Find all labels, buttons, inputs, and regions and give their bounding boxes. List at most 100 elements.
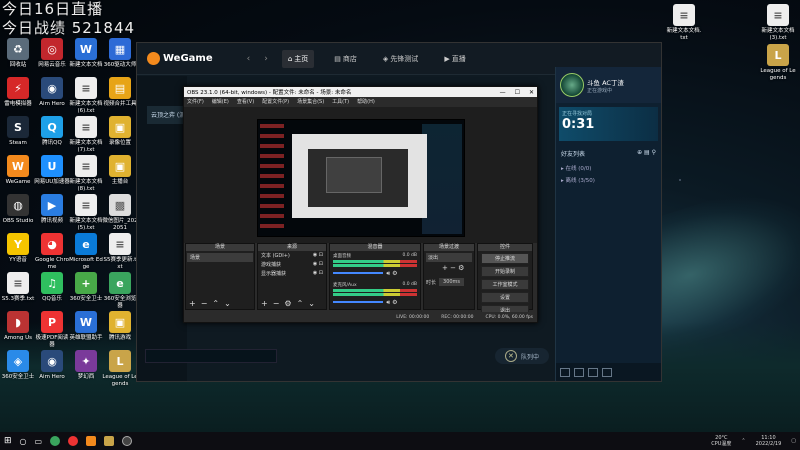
chat-icon[interactable]: [560, 367, 570, 377]
notification-icon[interactable]: ▢: [791, 438, 796, 444]
desktop-icon[interactable]: W 英雄联盟助手: [68, 311, 104, 342]
up-icon[interactable]: ⌃: [297, 299, 304, 308]
forward-arrow-icon[interactable]: ›: [264, 54, 268, 64]
minimize-icon[interactable]: —: [500, 89, 506, 96]
gear-icon[interactable]: ⚙: [284, 299, 291, 308]
desktop-icon[interactable]: ◗ Among Us: [0, 311, 36, 342]
obs-menu-item[interactable]: 帮助(H): [357, 98, 375, 105]
desktop-icon[interactable]: ≡ 新建文本文档(8).txt: [68, 155, 104, 192]
obs-menu-item[interactable]: 场景集合(S): [297, 98, 324, 105]
add-icon[interactable]: +: [189, 299, 196, 308]
obs-menu-item[interactable]: 编辑(E): [212, 98, 229, 105]
maximize-icon[interactable]: ☐: [515, 89, 520, 96]
mic-icon[interactable]: [588, 367, 598, 377]
desktop-icon[interactable]: ◈ 360安全卫士: [0, 350, 36, 381]
transition-select[interactable]: 淡出: [426, 253, 472, 262]
speaker-icon[interactable]: 🔊︎: [386, 299, 390, 306]
obs-menu-item[interactable]: 文件(F): [187, 98, 204, 105]
close-icon[interactable]: ✕: [529, 89, 534, 96]
desktop-icon[interactable]: ▣ 录像位置: [102, 116, 138, 147]
desktop-icon[interactable]: ▶ 腾讯视频: [34, 194, 70, 225]
taskbar-app-lol-icon[interactable]: [104, 436, 115, 446]
obs-window[interactable]: OBS 23.1.0 (64-bit, windows) - 配置文件: 未命名…: [183, 86, 538, 323]
desktop-icon[interactable]: ≡ S5.3赛季.txt: [0, 272, 36, 303]
obs-menu-item[interactable]: 查看(V): [237, 98, 254, 105]
desktop-icon[interactable]: W 新建文本文档: [68, 38, 104, 69]
desktop-icon[interactable]: L League of Legends: [760, 44, 796, 81]
desktop-icon[interactable]: ≡ 新建文本文档(6).txt: [68, 77, 104, 114]
taskbar-app-obs-icon[interactable]: [122, 436, 133, 446]
friend-list-tools-icon[interactable]: ⊕ ▤ ⚲: [637, 149, 656, 158]
up-icon[interactable]: ⌃: [212, 299, 219, 308]
nav-home[interactable]: ⌂ 主页: [281, 49, 315, 68]
down-icon[interactable]: ⌄: [308, 299, 315, 308]
control-button[interactable]: 停止推流: [481, 253, 529, 264]
chevron-up-icon[interactable]: ⌃: [741, 438, 745, 444]
desktop-icon[interactable]: ▦ 360驱动大师: [102, 38, 138, 69]
obs-menu-item[interactable]: 配置文件(P): [262, 98, 289, 105]
source-list-item[interactable]: 显示器捕获 ◉ ⊡: [258, 269, 326, 278]
speaker-icon[interactable]: 🔊︎: [386, 270, 390, 277]
source-list-item[interactable]: 游戏捕获 ◉ ⊡: [258, 260, 326, 269]
visibility-eye-icon[interactable]: ◉ ⊡: [313, 270, 323, 277]
remove-icon[interactable]: −: [201, 299, 208, 308]
settings-icon[interactable]: [602, 367, 612, 377]
desktop-icon[interactable]: ♻ 回收站: [0, 38, 36, 69]
desktop-icon[interactable]: ♫ QQ音乐: [34, 272, 70, 303]
duration-input[interactable]: 300ms: [439, 278, 465, 286]
taskbar-app-chrome-icon[interactable]: [68, 436, 79, 446]
desktop-icon[interactable]: ≡ S5赛季更新.txt: [102, 233, 138, 270]
visibility-eye-icon[interactable]: ◉ ⊡: [313, 252, 323, 259]
task-view-icon[interactable]: ▭: [35, 437, 43, 446]
desktop-icon[interactable]: S Steam: [0, 116, 36, 147]
control-button[interactable]: 工作室模式: [481, 279, 529, 290]
desktop-icon[interactable]: e Microsoft Edge: [68, 233, 104, 270]
taskbar-app-360-icon[interactable]: [50, 436, 61, 446]
desktop-icon[interactable]: W WeGame: [0, 155, 36, 186]
desktop-icon[interactable]: ≡ 新建文本文档(7).txt: [68, 116, 104, 153]
add-icon[interactable]: +: [261, 299, 268, 308]
desktop-icon[interactable]: e 360安全浏览器: [102, 272, 138, 309]
desktop-icon[interactable]: ◍ OBS Studio: [0, 194, 36, 225]
message-icon[interactable]: [574, 367, 584, 377]
nav-store[interactable]: ▤ 商店: [328, 50, 363, 68]
desktop-icon[interactable]: U 网易UU加速器: [34, 155, 70, 186]
desktop-icon[interactable]: ▤ 视频合并工具: [102, 77, 138, 108]
visibility-eye-icon[interactable]: ◉ ⊡: [313, 261, 323, 268]
close-icon[interactable]: ✕: [504, 350, 517, 362]
control-button[interactable]: 设置: [481, 292, 529, 303]
desktop-icon[interactable]: Y YY语音: [0, 233, 36, 264]
windows-start-icon[interactable]: ⊞: [4, 436, 12, 446]
search-icon[interactable]: ○: [20, 437, 27, 446]
chat-input[interactable]: [145, 349, 277, 363]
desktop-icon[interactable]: ≡ 新建文本文档.txt: [666, 4, 702, 41]
desktop-icon[interactable]: ◉ Aim Hero: [34, 77, 70, 108]
volume-slider[interactable]: [333, 301, 384, 303]
control-button[interactable]: 开始录制: [481, 266, 529, 277]
desktop-icon[interactable]: ▩ 微信图片_2022051: [102, 194, 138, 231]
desktop-icon[interactable]: ✦ 梦幻西: [68, 350, 104, 381]
tray-weather[interactable]: 20°C CPU温度: [711, 435, 731, 447]
desktop-icon[interactable]: ≡ 新建文本文档(3).txt: [760, 4, 796, 41]
desktop-icon[interactable]: ≡ 新建文本文档(5).txt: [68, 194, 104, 231]
gear-icon[interactable]: ⚙: [392, 270, 397, 277]
nav-live[interactable]: ▶ 直播: [438, 50, 471, 68]
volume-slider[interactable]: [333, 272, 384, 274]
desktop-icon[interactable]: P 极速PDF阅读器: [34, 311, 70, 348]
desktop-icon[interactable]: ◎ 网易云音乐: [34, 38, 70, 69]
down-icon[interactable]: ⌄: [224, 299, 231, 308]
source-list-item[interactable]: 文本 (GDI+) ◉ ⊡: [258, 251, 326, 260]
taskbar-app-wegame-icon[interactable]: [86, 436, 97, 446]
friend-group-online[interactable]: ▸ 在线 (0/0): [556, 162, 661, 174]
queue-button[interactable]: ✕ 队列中: [494, 348, 549, 364]
desktop-icon[interactable]: ◕ Google Chrome: [34, 233, 70, 270]
obs-menu-item[interactable]: 工具(T): [332, 98, 349, 105]
gear-icon[interactable]: ⚙: [392, 299, 397, 306]
desktop-icon[interactable]: +360安全卫士: [68, 272, 104, 303]
desktop-icon[interactable]: ▣ 主播台: [102, 155, 138, 186]
scene-list-item[interactable]: 场景: [187, 253, 253, 262]
desktop-icon[interactable]: ▣ 腾讯游戏: [102, 311, 138, 342]
back-arrow-icon[interactable]: ‹: [247, 54, 251, 64]
clock[interactable]: 11:10 2022/2/19: [756, 435, 782, 447]
friend-group-offline[interactable]: ▸ 离线 (3/50): [556, 174, 661, 186]
